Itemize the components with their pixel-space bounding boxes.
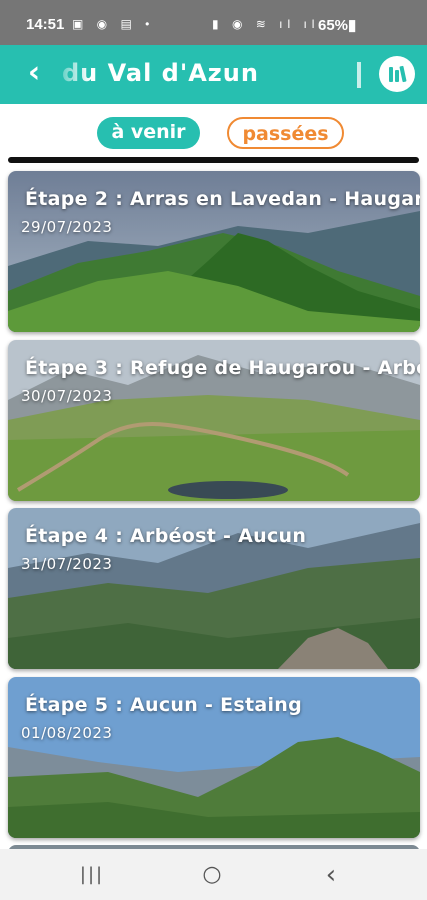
stage-title: Étape 2 : Arras en Lavedan - Haugarou — [25, 188, 420, 210]
stage-card-3[interactable]: Étape 3 : Refuge de Haugarou - Arbéost 3… — [8, 340, 420, 501]
page-title: du Val d'Azun — [62, 59, 259, 87]
back-icon[interactable]: ‹ — [311, 860, 351, 890]
stage-card-5[interactable]: Étape 5 : Aucun - Estaing 01/08/2023 — [8, 677, 420, 838]
stage-date: 31/07/2023 — [21, 555, 113, 573]
back-arrow-icon[interactable]: ‹ — [18, 55, 50, 91]
stage-card-2[interactable]: Étape 2 : Arras en Lavedan - Haugarou 29… — [8, 171, 420, 332]
title-scroll-fade — [50, 45, 90, 104]
stage-date: 01/08/2023 — [21, 724, 113, 742]
notification-icons: ▣ ◉ ▤ • — [72, 17, 155, 31]
title-scroll-edge — [357, 62, 361, 88]
battery-level: 65%▮ — [318, 17, 357, 34]
library-button[interactable] — [379, 56, 415, 92]
system-nav-bar: ||| ○ ‹ — [0, 849, 427, 900]
stage-filter-tabs: à venir passées — [0, 104, 427, 162]
books-icon — [387, 64, 407, 84]
stage-card-4[interactable]: Étape 4 : Arbéost - Aucun 31/07/2023 — [8, 508, 420, 669]
status-bar: 14:51 ▣ ◉ ▤ • ▮ ◉ ≋ ıl ıl 65%▮ — [0, 0, 427, 45]
system-icons: ▮ ◉ ≋ ıl ıl — [212, 17, 320, 31]
home-icon[interactable]: ○ — [192, 860, 232, 890]
stage-title: Étape 3 : Refuge de Haugarou - Arbéost — [25, 357, 420, 379]
stage-title: Étape 4 : Arbéost - Aucun — [25, 525, 307, 547]
list-divider — [8, 157, 419, 163]
app-bar: ‹ du Val d'Azun — [0, 45, 427, 104]
stage-title: Étape 5 : Aucun - Estaing — [25, 694, 303, 716]
tab-upcoming[interactable]: à venir — [97, 117, 200, 149]
stage-date: 29/07/2023 — [21, 218, 113, 236]
status-time: 14:51 — [26, 16, 65, 33]
stage-date: 30/07/2023 — [21, 387, 113, 405]
recent-apps-icon[interactable]: ||| — [72, 860, 112, 890]
tab-past[interactable]: passées — [227, 117, 344, 149]
